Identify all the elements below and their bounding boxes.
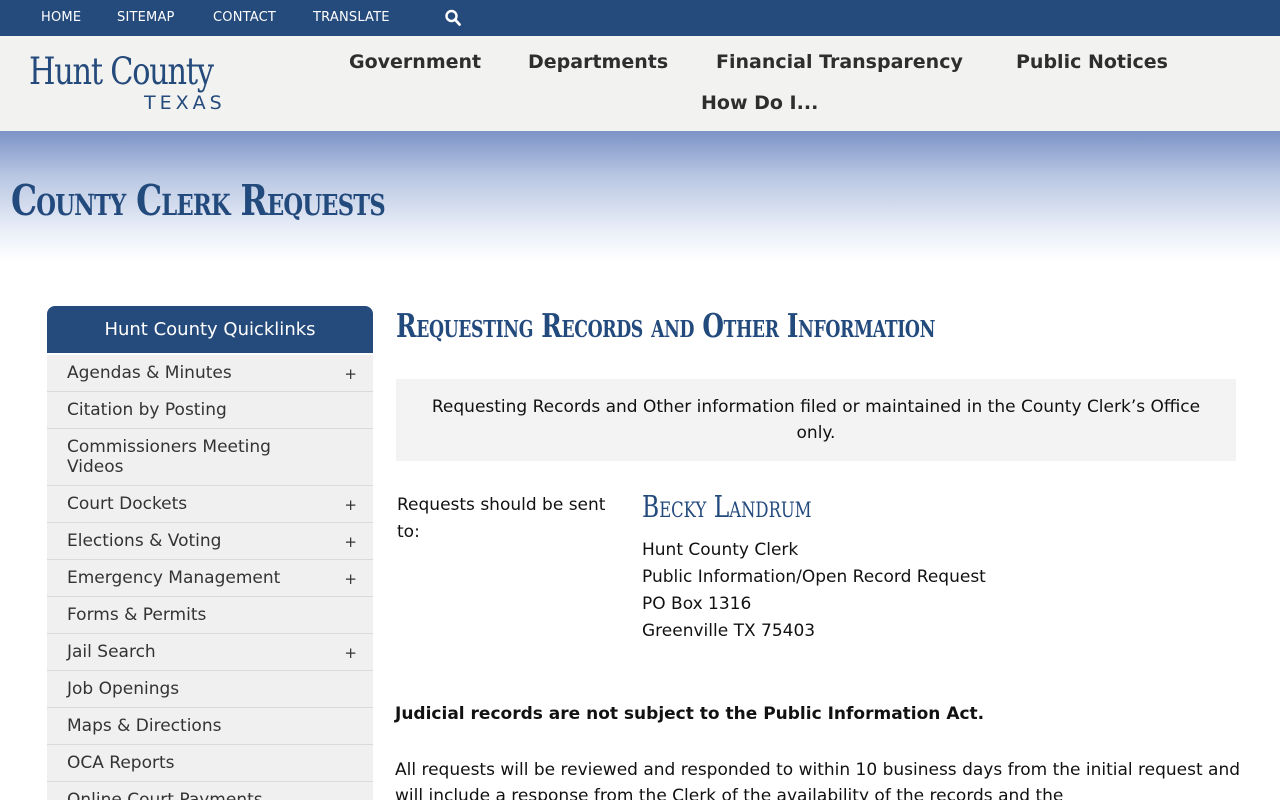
page-title: County Clerk Requests [11,176,386,225]
quicklink-label: Commissioners Meeting Videos [67,437,271,477]
quicklink-item[interactable]: Elections & Voting + [47,523,373,560]
notice-box: Requesting Records and Other information… [396,379,1236,461]
page-banner: County Clerk Requests [0,131,1280,261]
quicklink-label: Jail Search [67,642,156,662]
expand-plus-icon[interactable]: + [344,643,357,663]
nav-departments[interactable]: Departments [528,51,668,73]
quicklinks-list: Agendas & Minutes + Citation by Posting Com… [47,353,373,800]
nav-how-do-i[interactable]: How Do I... [701,92,818,114]
content-heading: Requesting Records and Other Information [396,306,935,345]
address-line: Hunt County Clerk [642,540,799,560]
address-line: Public Information/Open Record Request [642,567,986,587]
home-link[interactable]: HOME [41,10,81,25]
expand-plus-icon[interactable]: + [344,495,357,515]
address-line: PO Box 1316 [642,594,752,614]
quicklink-label: Job Openings [67,679,180,699]
contact-link[interactable]: CONTACT [213,10,276,25]
quicklink-item[interactable]: Maps & Directions [47,708,373,745]
quicklink-label: Elections & Voting [67,531,222,551]
clerk-name: Becky Landrum [642,490,812,525]
quicklink-item[interactable]: Agendas & Minutes + [47,355,373,392]
sitemap-link[interactable]: SITEMAP [117,10,175,25]
nav-government[interactable]: Government [349,51,481,73]
site-header: Hunt County TEXAS Government Departments… [0,36,1280,131]
hunt-county-logo[interactable]: Hunt County TEXAS [29,50,239,116]
quicklink-item[interactable]: Court Dockets + [47,486,373,523]
quicklink-item[interactable]: Online Court Payments [47,782,373,800]
body-paragraph: All requests will be reviewed and respon… [395,760,1241,800]
quicklink-label: Online Court Payments [67,790,263,800]
quicklink-item[interactable]: Citation by Posting [47,392,373,429]
clerk-address: Hunt County Clerk Public Information/Ope… [642,537,986,645]
quicklink-label: Forms & Permits [67,605,207,625]
nav-public-notices[interactable]: Public Notices [1016,51,1168,73]
quicklink-label: Agendas & Minutes [67,363,232,383]
address-line: Greenville TX 75403 [642,621,816,641]
quicklinks-sidebar: Hunt County Quicklinks Agendas & Minutes… [47,306,373,800]
nav-financial-transparency[interactable]: Financial Transparency [716,51,963,73]
quicklink-item[interactable]: Job Openings [47,671,373,708]
quicklink-item[interactable]: Forms & Permits [47,597,373,634]
logo-state: TEXAS [144,92,226,114]
logo-county-name: Hunt County [29,50,214,93]
quicklink-item[interactable]: Emergency Management + [47,560,373,597]
judicial-notice: Judicial records are not subject to the … [395,704,985,724]
translate-link[interactable]: TRANSLATE [313,10,390,25]
expand-plus-icon[interactable]: + [344,569,357,589]
quicklink-label: Maps & Directions [67,716,222,736]
requests-label: Requests should be sent to: [397,495,606,542]
quicklink-label: Court Dockets [67,494,188,514]
expand-plus-icon[interactable]: + [344,364,357,384]
expand-plus-icon[interactable]: + [344,532,357,552]
quicklink-label: Citation by Posting [67,400,227,420]
quicklink-item[interactable]: Commissioners Meeting Videos [47,429,373,486]
search-icon[interactable] [445,9,461,27]
quicklink-label: Emergency Management [67,568,281,588]
quicklink-label: OCA Reports [67,753,175,773]
quicklinks-title: Hunt County Quicklinks [47,306,373,353]
utility-bar: HOME SITEMAP CONTACT TRANSLATE [0,0,1280,36]
quicklink-item[interactable]: OCA Reports [47,745,373,782]
quicklink-item[interactable]: Jail Search + [47,634,373,671]
